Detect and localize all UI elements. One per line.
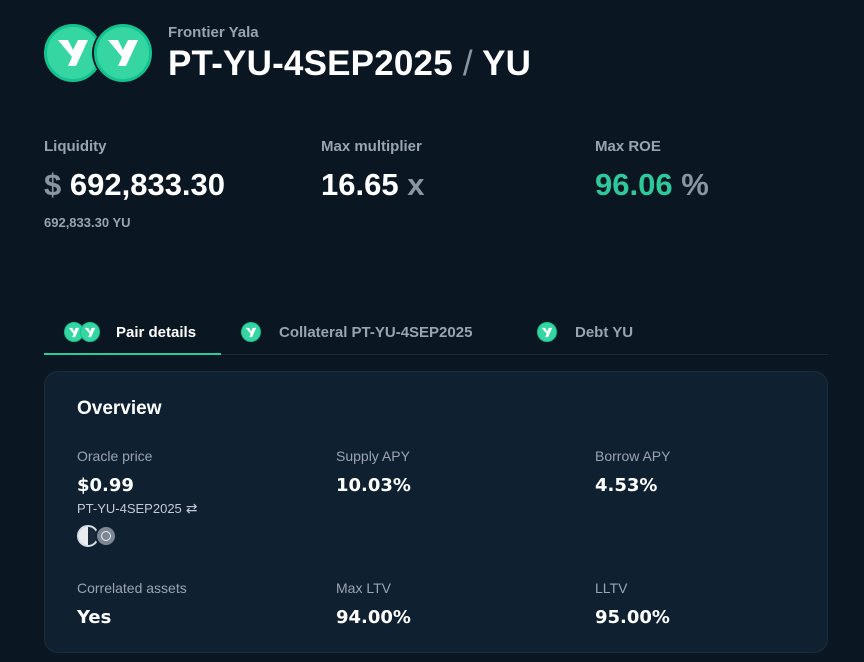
- pair-logo: [44, 24, 152, 82]
- field-label: Borrow APY: [595, 448, 671, 464]
- percent-unit: %: [681, 167, 709, 202]
- yala-token-icon: [80, 322, 100, 342]
- field-label: Max LTV: [336, 580, 391, 596]
- oracle-price-unit[interactable]: PT-YU-4SEP2025 ⇄: [77, 500, 198, 517]
- field-value: $0.99: [77, 475, 134, 496]
- liquidity-token-amount: 692,833.30 YU: [44, 215, 131, 230]
- liquidity-value: $ 692,833.30: [44, 167, 225, 203]
- max-roe-stat: Max ROE 96.06 %: [595, 138, 709, 203]
- pair-separator: /: [462, 44, 473, 83]
- liquidity-label: Liquidity: [44, 138, 107, 155]
- tab-label: Pair details: [116, 323, 197, 341]
- multiplier-unit: x: [407, 167, 425, 202]
- max-multiplier-stat: Max multiplier 16.65 x: [321, 138, 424, 203]
- max-multiplier-value: 16.65 x: [321, 167, 424, 203]
- currency-symbol: $: [44, 167, 62, 202]
- detail-tabs: Pair details Collateral PT-YU-4SEP2025 D…: [44, 310, 828, 355]
- tab-label: Collateral PT-YU-4SEP2025: [279, 323, 473, 341]
- max-ltv-field: Max LTV 94.00%: [336, 580, 411, 628]
- max-multiplier-label: Max multiplier: [321, 138, 422, 155]
- field-label: Oracle price: [77, 448, 153, 464]
- max-multiplier-amount: 16.65: [321, 167, 399, 202]
- field-label: Supply APY: [336, 448, 410, 464]
- swap-icon[interactable]: ⇄: [186, 500, 198, 517]
- price-unit-symbol: PT-YU-4SEP2025: [77, 501, 182, 516]
- max-roe-label: Max ROE: [595, 138, 661, 155]
- field-value: Yes: [77, 607, 112, 628]
- oracle-price-field: Oracle price $0.99 PT-YU-4SEP2025 ⇄: [77, 448, 198, 549]
- supply-apy-field: Supply APY 10.03%: [336, 448, 411, 496]
- overview-panel: Overview Oracle price $0.99 PT-YU-4SEP20…: [44, 371, 828, 653]
- liquidity-stat: Liquidity $ 692,833.30 692,833.30 YU: [44, 138, 225, 230]
- field-label: LLTV: [595, 580, 628, 596]
- correlated-assets-field: Correlated assets Yes: [77, 580, 187, 628]
- yala-token-icon: [241, 322, 261, 342]
- field-label: Correlated assets: [77, 580, 187, 596]
- borrow-apy-field: Borrow APY 4.53%: [595, 448, 670, 496]
- active-tab-indicator: [44, 353, 221, 355]
- protocol-name: Frontier Yala: [168, 24, 259, 41]
- max-roe-value: 96.06 %: [595, 167, 709, 203]
- field-value: 4.53%: [595, 475, 658, 496]
- lltv-field: LLTV 95.00%: [595, 580, 670, 628]
- pair-icon: [64, 322, 102, 342]
- tab-collateral[interactable]: Collateral PT-YU-4SEP2025: [241, 310, 472, 354]
- tab-debt[interactable]: Debt YU: [537, 310, 633, 354]
- oracle-source-icon: [95, 525, 117, 547]
- yala-token-icon: [94, 24, 152, 82]
- collateral-symbol: PT-YU-4SEP2025: [168, 44, 453, 83]
- tab-pair-details[interactable]: Pair details: [44, 310, 221, 355]
- tab-label: Debt YU: [575, 323, 634, 341]
- page-title: PT-YU-4SEP2025 / YU: [168, 44, 531, 84]
- oracle-source-icons: [77, 525, 125, 549]
- liquidity-amount: 692,833.30: [69, 167, 226, 202]
- field-value: 94.00%: [336, 607, 411, 628]
- max-roe-amount: 96.06: [595, 167, 673, 202]
- panel-title: Overview: [77, 398, 162, 419]
- yala-token-icon: [537, 322, 557, 342]
- field-value: 10.03%: [336, 475, 411, 496]
- field-value: 95.00%: [595, 607, 670, 628]
- page-header: Frontier Yala PT-YU-4SEP2025 / YU: [44, 22, 824, 88]
- loan-symbol: YU: [482, 44, 532, 83]
